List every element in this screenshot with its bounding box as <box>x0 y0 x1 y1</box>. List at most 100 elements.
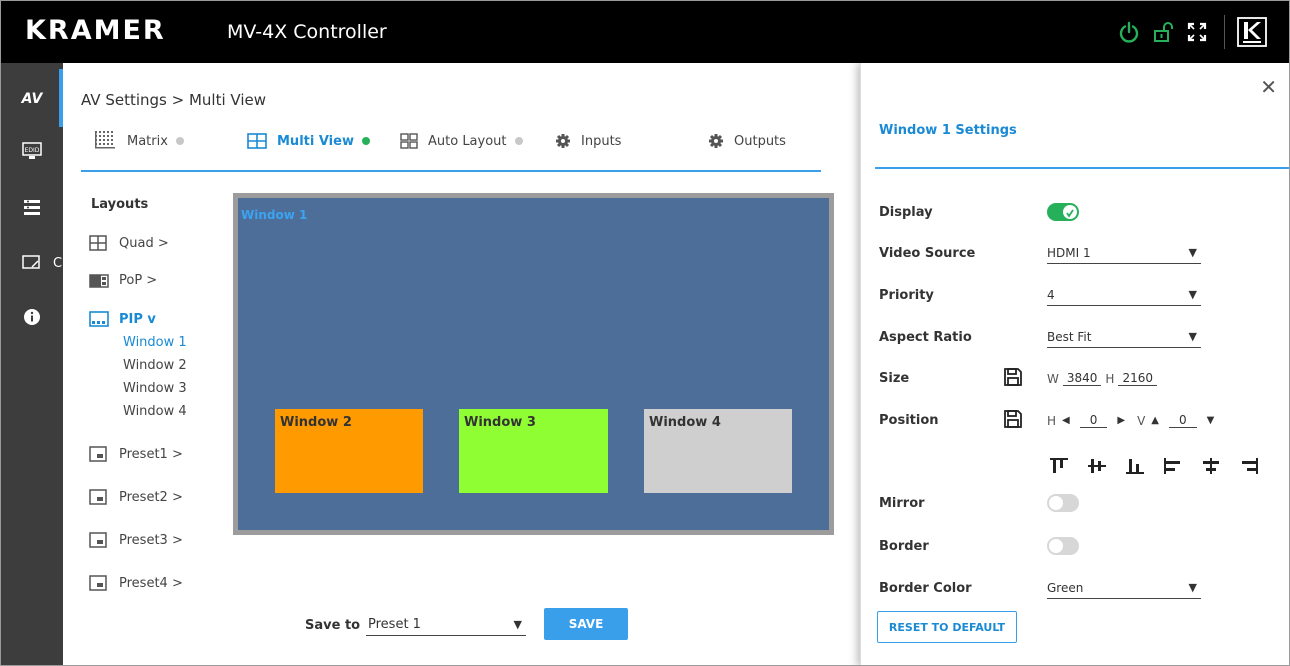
size-label: Size <box>879 371 910 386</box>
save-to-label: Save to <box>305 618 361 633</box>
arrow-down-icon[interactable]: ▼ <box>1207 415 1215 426</box>
caret-down-icon: ▼ <box>1188 246 1197 259</box>
tab-bar: Matrix Multi View Auto Layout Inputs Out… <box>81 129 811 155</box>
tab-auto-layout-status-dot <box>514 137 523 145</box>
aspect-ratio-select[interactable]: Best Fit ▼ <box>1047 328 1201 348</box>
position-v-input[interactable]: 0 <box>1169 413 1197 428</box>
layout-preset2[interactable]: Preset2 > <box>89 489 183 505</box>
info-icon <box>24 309 40 325</box>
layout-canvas-window-1[interactable]: Window 1 Window 2 Window 3 Window 4 <box>233 193 834 535</box>
save-position-icon[interactable] <box>1003 409 1023 429</box>
pip-window-1[interactable]: Window 1 <box>123 335 187 350</box>
size-w-prefix: W <box>1047 371 1059 386</box>
caret-down-icon: ▼ <box>1188 581 1197 594</box>
close-icon[interactable]: ✕ <box>1260 75 1277 99</box>
canvas-window-3[interactable]: Window 3 <box>459 409 608 493</box>
save-to-value: Preset 1 <box>368 617 421 632</box>
arrow-up-icon[interactable]: ▲ <box>1151 415 1159 426</box>
tab-outputs[interactable]: Outputs <box>708 129 786 153</box>
unlock-icon[interactable] <box>1146 15 1180 49</box>
save-size-icon[interactable] <box>1003 367 1023 387</box>
position-h-input[interactable]: 0 <box>1079 413 1108 428</box>
video-source-value: HDMI 1 <box>1047 246 1091 260</box>
position-fields: H ◀ 0 ▶ V ▲ 0 ▼ <box>1047 413 1220 428</box>
display-toggle[interactable] <box>1047 203 1079 221</box>
size-height-input[interactable]: 2160 <box>1118 371 1157 386</box>
layout-preset3-label: Preset3 > <box>119 532 183 548</box>
rail-item-av[interactable]: AV <box>1 73 63 125</box>
fullscreen-icon[interactable] <box>1180 15 1214 49</box>
layout-preset4-label: Preset4 > <box>119 575 183 591</box>
window-3-label: Window 3 <box>464 415 536 430</box>
align-center-icon[interactable] <box>1199 457 1223 475</box>
arrow-right-icon[interactable]: ▶ <box>1117 415 1125 426</box>
top-bar: KRAMER MV-4X Controller <box>1 1 1289 63</box>
tab-auto-layout[interactable]: Auto Layout <box>400 129 523 153</box>
tab-inputs[interactable]: Inputs <box>555 129 621 153</box>
border-color-label: Border Color <box>879 581 972 596</box>
tab-auto-layout-label: Auto Layout <box>428 133 507 149</box>
panel-title: Window 1 Settings <box>879 123 1017 138</box>
layout-preset1-label: Preset1 > <box>119 446 183 462</box>
priority-select[interactable]: 4 ▼ <box>1047 286 1201 306</box>
kramer-k-icon <box>1235 15 1269 49</box>
video-source-select[interactable]: HDMI 1 ▼ <box>1047 244 1201 264</box>
canvas-window-4[interactable]: Window 4 <box>644 409 792 493</box>
display-label: Display <box>879 205 933 220</box>
multiview-icon <box>247 133 267 149</box>
layout-preset2-label: Preset2 > <box>119 489 183 505</box>
mirror-toggle[interactable] <box>1047 494 1079 512</box>
canvas-window-2[interactable]: Window 2 <box>275 409 423 493</box>
edid-icon: EDID <box>22 142 42 159</box>
size-fields: W 3840 H 2160 <box>1047 371 1161 386</box>
pip-window-3[interactable]: Window 3 <box>123 381 187 396</box>
layout-pop[interactable]: PoP > <box>89 273 157 288</box>
priority-value: 4 <box>1047 288 1055 302</box>
window-settings-panel: ✕ Window 1 Settings Display Video Source… <box>860 63 1289 665</box>
layout-preset4[interactable]: Preset4 > <box>89 575 183 591</box>
align-left-icon[interactable] <box>1161 457 1185 475</box>
layout-quad-label: Quad > <box>119 235 169 251</box>
border-toggle[interactable] <box>1047 537 1079 555</box>
tab-multi-view[interactable]: Multi View <box>247 129 370 153</box>
layout-quad[interactable]: Quad > <box>89 235 169 251</box>
pip-icon <box>89 311 111 327</box>
toggle-knob <box>1049 496 1063 510</box>
layout-pip[interactable]: PIP v <box>89 311 156 327</box>
tab-outputs-label: Outputs <box>734 133 786 149</box>
rail-item-screen[interactable]: C <box>1 237 63 289</box>
align-top-icon[interactable] <box>1047 457 1071 475</box>
rail-item-device[interactable] <box>1 181 63 233</box>
border-color-select[interactable]: Green ▼ <box>1047 579 1201 599</box>
pos-h-prefix: H <box>1047 413 1057 428</box>
tab-multi-view-label: Multi View <box>277 133 354 149</box>
window-1-label: Window 1 <box>241 208 308 222</box>
pip-window-4[interactable]: Window 4 <box>123 404 187 419</box>
layout-pip-label: PIP v <box>119 311 156 327</box>
tab-matrix-label: Matrix <box>127 133 168 149</box>
layout-preset3[interactable]: Preset3 > <box>89 532 183 548</box>
save-button[interactable]: SAVE <box>544 608 628 640</box>
window-2-label: Window 2 <box>280 415 352 430</box>
arrow-left-icon[interactable]: ◀ <box>1062 415 1070 426</box>
rail-item-edid[interactable]: EDID <box>1 125 63 177</box>
pip-window-2[interactable]: Window 2 <box>123 358 187 373</box>
tab-multi-view-status-dot <box>361 137 370 145</box>
align-bottom-icon[interactable] <box>1123 457 1147 475</box>
layout-preset1[interactable]: Preset1 > <box>89 446 183 462</box>
align-right-icon[interactable] <box>1237 457 1261 475</box>
align-middle-icon[interactable] <box>1085 457 1109 475</box>
power-icon[interactable] <box>1112 15 1146 49</box>
tab-matrix[interactable]: Matrix <box>95 129 184 153</box>
rail-item-info[interactable] <box>1 291 63 343</box>
reset-to-default-button[interactable]: RESET TO DEFAULT <box>877 611 1017 643</box>
video-source-label: Video Source <box>879 246 976 261</box>
panel-title-underline <box>875 167 1289 169</box>
size-width-input[interactable]: 3840 <box>1062 371 1102 386</box>
quad-icon <box>89 235 111 251</box>
toggle-knob <box>1063 205 1077 219</box>
caret-down-icon: ▼ <box>1188 288 1197 301</box>
tab-inputs-label: Inputs <box>581 133 622 149</box>
caret-down-icon: ▼ <box>513 618 522 631</box>
save-to-select[interactable]: Preset 1 ▼ <box>366 616 526 636</box>
